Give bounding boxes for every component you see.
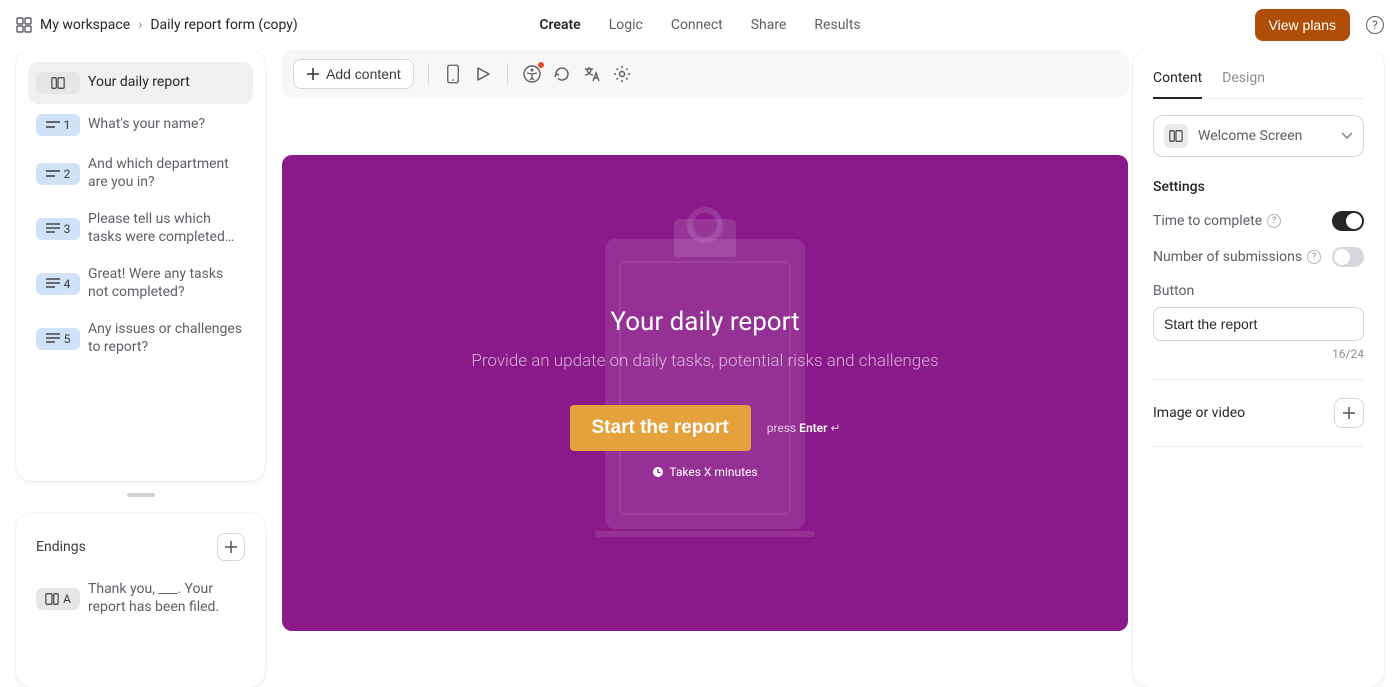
toolbar-separator xyxy=(507,63,508,85)
apps-grid-icon[interactable] xyxy=(16,17,32,33)
chevron-down-icon xyxy=(1341,132,1353,140)
button-text-input[interactable] xyxy=(1153,307,1364,341)
breadcrumb-separator: › xyxy=(138,17,142,33)
ending-screen-icon: A xyxy=(36,588,80,610)
add-content-button[interactable]: Add content xyxy=(293,59,414,89)
help-icon[interactable]: ? xyxy=(1366,16,1384,34)
view-plans-button[interactable]: View plans xyxy=(1255,9,1350,41)
nav-logic[interactable]: Logic xyxy=(609,17,643,33)
canvas-toolbar: Add content xyxy=(281,50,1129,98)
clipboard-shadow xyxy=(595,531,815,537)
topbar: My workspace › Daily report form (copy) … xyxy=(0,0,1400,50)
welcome-title[interactable]: Your daily report xyxy=(471,307,938,337)
left-sidebar: Your daily report 1 What's your name? 2 … xyxy=(0,50,281,687)
button-field-label: Button xyxy=(1153,283,1364,299)
tab-design[interactable]: Design xyxy=(1222,64,1265,98)
clock-icon xyxy=(652,466,664,478)
play-preview-icon[interactable] xyxy=(473,64,493,84)
refresh-icon[interactable] xyxy=(552,64,572,84)
question-welcome[interactable]: Your daily report xyxy=(28,62,253,104)
form-canvas[interactable]: Your daily report Provide an update on d… xyxy=(282,155,1128,631)
long-text-icon: 4 xyxy=(36,273,80,295)
question-5[interactable]: 5 Any issues or challenges to report? xyxy=(28,311,253,366)
endings-title: Endings xyxy=(36,539,86,555)
question-1[interactable]: 1 What's your name? xyxy=(28,104,253,146)
toolbar-separator xyxy=(428,63,429,85)
question-3[interactable]: 3 Please tell us which tasks were comple… xyxy=(28,201,253,256)
right-sidebar: Content Design Welcome Screen Settings T… xyxy=(1133,50,1400,687)
time-to-complete-toggle[interactable] xyxy=(1332,211,1364,231)
time-to-complete-label: Time to complete? xyxy=(1153,213,1281,229)
info-icon[interactable]: ? xyxy=(1267,214,1281,228)
time-estimate: Takes X minutes xyxy=(471,465,938,479)
question-2[interactable]: 2 And which department are you in? xyxy=(28,146,253,201)
nav-results[interactable]: Results xyxy=(814,17,860,33)
divider xyxy=(1153,446,1364,447)
nav-share[interactable]: Share xyxy=(751,17,787,33)
add-media-button[interactable] xyxy=(1334,398,1364,428)
welcome-screen-icon xyxy=(1164,124,1188,148)
char-counter: 16/24 xyxy=(1153,347,1364,361)
questions-panel: Your daily report 1 What's your name? 2 … xyxy=(16,50,265,481)
resize-handle[interactable] xyxy=(127,493,155,497)
num-submissions-label: Number of submissions? xyxy=(1153,249,1321,265)
mobile-preview-icon[interactable] xyxy=(443,64,463,84)
endings-panel: Endings A Thank you, ___. Your report ha… xyxy=(16,513,265,687)
ending-a[interactable]: A Thank you, ___. Your report has been f… xyxy=(28,571,253,626)
keyboard-hint: press Enter ↵ xyxy=(767,421,841,435)
add-ending-button[interactable] xyxy=(217,533,245,561)
question-welcome-label: Your daily report xyxy=(88,74,190,92)
screen-type-dropdown[interactable]: Welcome Screen xyxy=(1153,115,1364,157)
image-or-video-label: Image or video xyxy=(1153,405,1245,421)
tab-content[interactable]: Content xyxy=(1153,64,1202,98)
short-text-icon: 2 xyxy=(36,163,80,185)
property-tabs: Content Design xyxy=(1153,64,1364,99)
accessibility-icon[interactable] xyxy=(522,64,542,84)
settings-heading: Settings xyxy=(1153,179,1364,195)
welcome-description[interactable]: Provide an update on daily tasks, potent… xyxy=(471,351,938,371)
breadcrumb-workspace[interactable]: My workspace xyxy=(40,17,130,33)
main-nav: Create Logic Connect Share Results xyxy=(539,17,860,33)
long-text-icon: 5 xyxy=(36,328,80,350)
translate-icon[interactable] xyxy=(582,64,602,84)
settings-gear-icon[interactable] xyxy=(612,64,632,84)
long-text-icon: 3 xyxy=(36,218,80,240)
info-icon[interactable]: ? xyxy=(1307,250,1321,264)
nav-create[interactable]: Create xyxy=(539,17,580,33)
short-text-icon: 1 xyxy=(36,114,80,136)
divider xyxy=(1153,379,1364,380)
breadcrumb: My workspace › Daily report form (copy) xyxy=(16,17,298,33)
center-column: Add content xyxy=(281,50,1133,687)
num-submissions-toggle[interactable] xyxy=(1332,247,1364,267)
question-4[interactable]: 4 Great! Were any tasks not completed? xyxy=(28,256,253,311)
breadcrumb-form[interactable]: Daily report form (copy) xyxy=(150,17,297,33)
notification-dot-icon xyxy=(538,62,544,68)
nav-connect[interactable]: Connect xyxy=(671,17,723,33)
welcome-screen-icon xyxy=(36,72,80,94)
start-button[interactable]: Start the report xyxy=(570,405,751,451)
